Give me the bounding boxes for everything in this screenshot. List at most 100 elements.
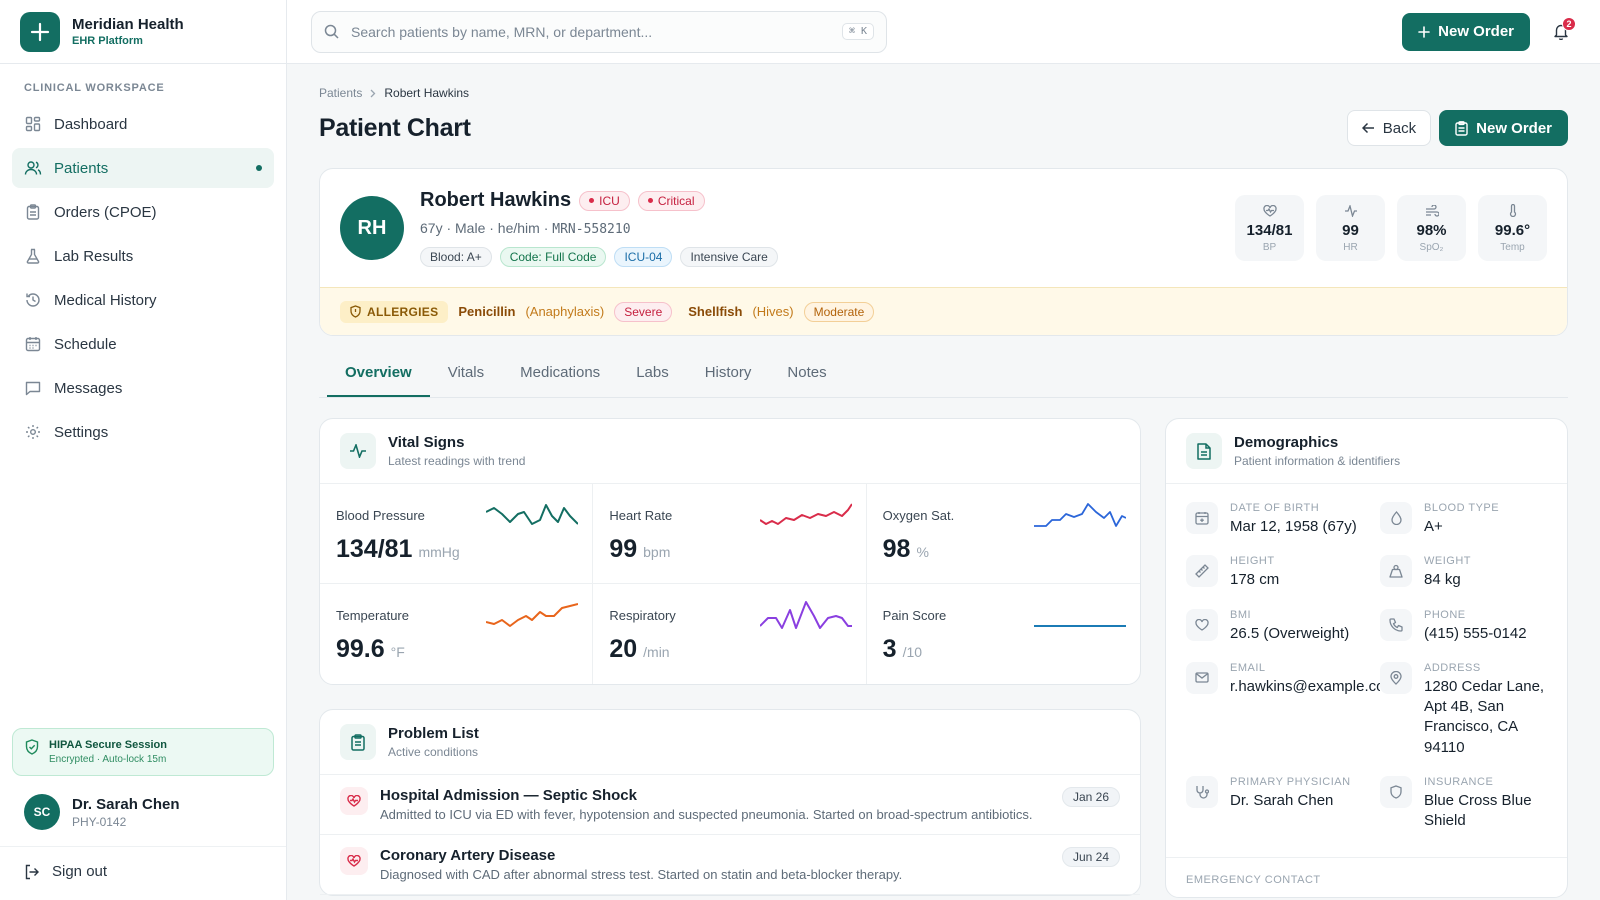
brand-name: Meridian Health	[72, 16, 184, 33]
demo-email: EMAIL r.hawkins@example.com	[1186, 661, 1380, 758]
demo-value[interactable]: r.hawkins@example.com	[1230, 677, 1380, 697]
content: Patients Robert Hawkins Patient Chart Ba…	[287, 64, 1600, 900]
chart-new-order-button[interactable]: New Order	[1439, 110, 1568, 146]
map-pin-icon	[1380, 661, 1412, 694]
tab-labs[interactable]: Labs	[618, 364, 687, 397]
sidebar-item-schedule[interactable]: Schedule	[12, 324, 274, 364]
main-area: ⌘ K New Order 2 Patients Robert Hawkins …	[287, 0, 1600, 900]
status-badge-icu: ICU	[579, 190, 630, 211]
mini-vital-label: BP	[1262, 241, 1277, 253]
history-icon	[24, 291, 42, 309]
mini-vitals: 134/81 BP 99 HR 98% SpO₂ 99.6° Temp	[1235, 195, 1547, 261]
problem-item[interactable]: Coronary Artery Disease Diagnosed with C…	[320, 835, 1140, 895]
sidebar: Meridian Health EHR Platform CLINICAL WO…	[0, 0, 287, 900]
thermometer-icon	[1509, 204, 1517, 218]
file-text-icon	[1186, 433, 1222, 469]
mini-vital-temp: 99.6° Temp	[1478, 195, 1547, 261]
patient-header-card: RH Robert Hawkins ICU Critical 67y · Mal…	[319, 168, 1568, 336]
breadcrumb: Patients Robert Hawkins	[319, 86, 1568, 100]
sidebar-item-messages[interactable]: Messages	[12, 368, 274, 408]
user-id: PHY-0142	[72, 814, 127, 829]
brand[interactable]: Meridian Health EHR Platform	[0, 0, 286, 64]
heart-pulse-icon	[1262, 204, 1277, 218]
patient-demographic-line: 67y · Male · he/him ·	[420, 220, 553, 236]
problem-title: Hospital Admission — Septic Shock	[380, 787, 637, 804]
sidebar-item-label: Messages	[54, 379, 123, 397]
sidebar-item-lab-results[interactable]: Lab Results	[12, 236, 274, 276]
patient-meta: 67y · Male · he/him · MRN-558210	[420, 220, 778, 237]
demo-value: 1280 Cedar Lane, Apt 4B, San Francisco, …	[1424, 677, 1545, 756]
breadcrumb-parent[interactable]: Patients	[319, 86, 362, 100]
chevron-right-icon	[370, 89, 376, 98]
vital-signs-card: Vital Signs Latest readings with trend B…	[319, 418, 1141, 685]
vital-respiratory[interactable]: Respiratory 20/min	[593, 584, 867, 684]
demo-label: PRIMARY PHYSICIAN	[1230, 775, 1351, 788]
search-bar[interactable]: ⌘ K	[311, 10, 887, 53]
tab-vitals[interactable]: Vitals	[430, 364, 502, 397]
sparkline	[759, 601, 852, 629]
app-root: Meridian Health EHR Platform CLINICAL WO…	[0, 0, 1600, 900]
demo-value[interactable]: (415) 555-0142	[1424, 624, 1527, 644]
activity-icon	[340, 433, 376, 469]
demo-label: HEIGHT	[1230, 555, 1275, 568]
demo-value: 178 cm	[1230, 571, 1280, 589]
sidebar-item-label: Medical History	[54, 291, 157, 309]
vital-value: 20	[609, 635, 638, 663]
vital-pain-score[interactable]: Pain Score 3/10	[867, 584, 1140, 684]
status-badge-critical: Critical	[637, 190, 705, 211]
sidebar-item-patients[interactable]: Patients	[12, 148, 274, 188]
sidebar-item-orders[interactable]: Orders (CPOE)	[12, 192, 274, 232]
heart-pulse-icon	[340, 787, 368, 815]
clipboard-list-icon	[340, 724, 376, 760]
demo-bmi: BMI 26.5 (Overweight)	[1186, 608, 1380, 644]
clipboard-icon	[1455, 120, 1468, 136]
sidebar-item-medical-history[interactable]: Medical History	[12, 280, 274, 320]
mini-vital-label: HR	[1343, 241, 1358, 253]
tab-notes[interactable]: Notes	[769, 364, 844, 397]
sparkline	[486, 504, 579, 525]
activity-icon	[1344, 204, 1358, 218]
allergy-severity-badge: Moderate	[803, 301, 875, 322]
demo-height: HEIGHT 178 cm	[1186, 555, 1380, 590]
problem-item[interactable]: Hospital Admission — Septic Shock Admitt…	[320, 775, 1140, 835]
flask-icon	[24, 247, 42, 265]
card-subtitle: Active conditions	[388, 745, 479, 759]
demo-value: Dr. Sarah Chen	[1230, 791, 1334, 809]
vital-oxygen-sat[interactable]: Oxygen Sat. 98%	[866, 484, 1140, 584]
demo-value: 26.5 (Overweight)	[1230, 624, 1350, 642]
card-title: Vital Signs	[388, 434, 465, 451]
vital-blood-pressure[interactable]: Blood Pressure 134/81 mmHg	[320, 484, 594, 584]
back-button[interactable]: Back	[1346, 110, 1432, 146]
problem-date: Jun 24	[1061, 847, 1120, 867]
vital-value: 99.6	[336, 635, 385, 663]
mini-vital-hr: 99 HR	[1316, 195, 1385, 261]
sidebar-item-settings[interactable]: Settings	[12, 412, 274, 452]
demo-label: PHONE	[1424, 608, 1466, 621]
weight-icon	[1380, 555, 1412, 588]
notification-count-badge: 2	[1562, 16, 1576, 31]
vital-unit: mmHg	[418, 544, 460, 560]
vital-temperature[interactable]: Temperature 99.6 °F	[320, 584, 594, 684]
patient-avatar: RH	[340, 196, 404, 260]
demo-label: INSURANCE	[1424, 775, 1494, 788]
search-input[interactable]	[351, 23, 830, 40]
hipaa-title: HIPAA Secure Session	[49, 739, 167, 751]
allergy-reaction: (Hives)	[752, 304, 794, 319]
message-icon	[24, 379, 42, 397]
tab-overview[interactable]: Overview	[327, 364, 430, 397]
tab-history[interactable]: History	[687, 364, 770, 397]
current-user[interactable]: SC Dr. Sarah Chen PHY-0142	[0, 784, 286, 840]
sidebar-item-dashboard[interactable]: Dashboard	[12, 104, 274, 144]
nav-section-title: CLINICAL WORKSPACE	[24, 82, 165, 94]
sign-out-button[interactable]: Sign out	[0, 846, 286, 900]
notifications-button[interactable]: 2	[1546, 16, 1576, 47]
problem-description: Admitted to ICU via ED with fever, hypot…	[380, 807, 1033, 822]
dashboard-icon	[24, 115, 42, 133]
vital-heart-rate[interactable]: Heart Rate 99 bpm	[593, 484, 867, 584]
new-order-button[interactable]: New Order	[1402, 12, 1530, 51]
plus-icon	[1418, 25, 1430, 38]
demographics-card: Demographics Patient information & ident…	[1165, 418, 1568, 898]
plus-logo-icon	[20, 11, 60, 52]
tab-medications[interactable]: Medications	[502, 364, 618, 397]
demo-value: A+	[1424, 518, 1443, 535]
